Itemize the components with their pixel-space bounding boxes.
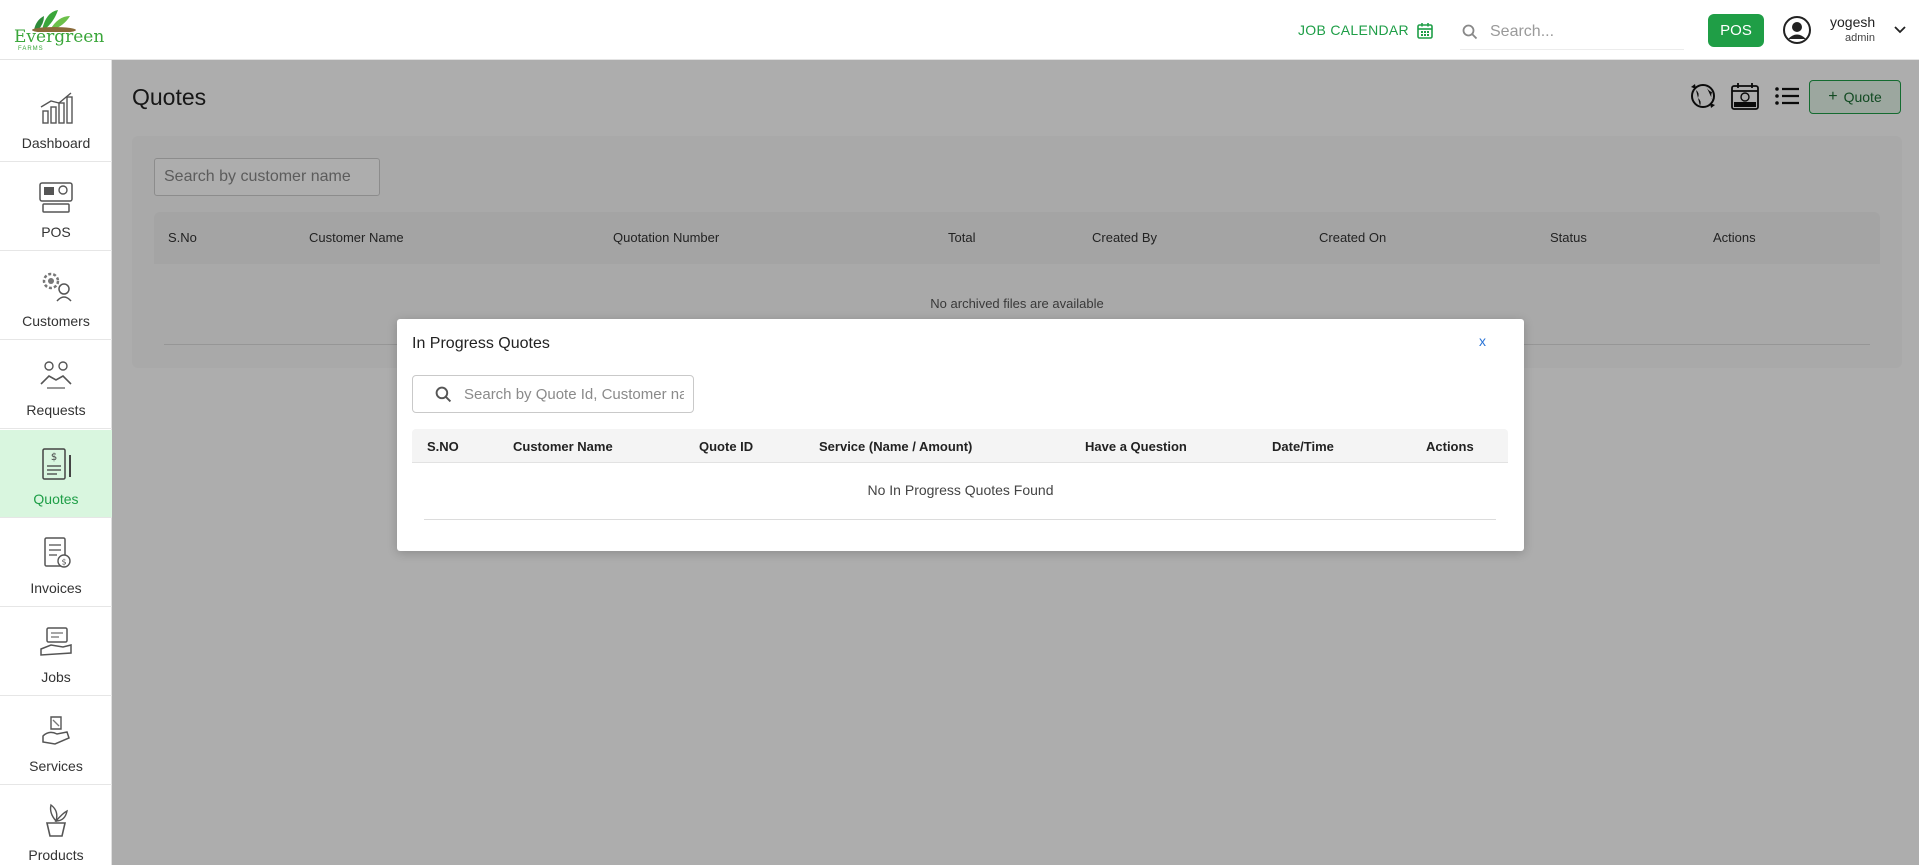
user-role: admin — [1845, 32, 1875, 44]
jobs-hand-icon — [40, 627, 72, 656]
sidebar-item-label: Dashboard — [21, 135, 91, 151]
sidebar-item-services[interactable]: Services — [0, 697, 112, 785]
brand-subtitle: FARMS — [18, 46, 44, 52]
job-calendar-link[interactable]: JOB CALENDAR — [1298, 20, 1433, 40]
global-search — [1460, 14, 1684, 50]
quotes-document-icon: $ — [42, 448, 71, 480]
sidebar-item-label: POS — [41, 224, 71, 240]
sidebar-item-label: Requests — [26, 402, 86, 418]
col-quote-id: Quote ID — [699, 439, 754, 454]
services-hand-icon — [42, 716, 70, 745]
col-date-time: Date/Time — [1272, 439, 1334, 454]
products-plant-icon — [45, 803, 68, 837]
chevron-down-icon[interactable] — [1894, 26, 1906, 34]
requests-handshake-icon — [40, 361, 72, 389]
sidebar-item-jobs[interactable]: Jobs — [0, 608, 112, 696]
sidebar-item-products[interactable]: Products — [0, 786, 112, 865]
modal-title: In Progress Quotes — [412, 335, 550, 352]
global-search-input[interactable] — [1490, 22, 1670, 41]
col-service: Service (Name / Amount) — [819, 439, 973, 454]
in-progress-table-header: S.NO Customer Name Quote ID Service (Nam… — [412, 429, 1508, 463]
sidebar-item-label: Jobs — [41, 669, 71, 685]
col-have-a-question: Have a Question — [1085, 439, 1187, 454]
svg-text:$: $ — [51, 452, 57, 463]
dashboard-chart-icon — [40, 92, 73, 124]
sidebar-item-dashboard[interactable]: Dashboard — [0, 74, 112, 162]
sidebar-item-invoices[interactable]: $ Invoices — [0, 519, 112, 607]
customers-gear-icon — [42, 272, 72, 302]
invoices-document-icon: $ — [44, 537, 71, 568]
modal-search — [412, 375, 694, 413]
calendar-icon — [1417, 22, 1433, 39]
sidebar-item-label: Customers — [22, 313, 90, 329]
sidebar-item-requests[interactable]: Requests — [0, 341, 112, 429]
user-name[interactable]: yogesh — [1830, 14, 1875, 30]
search-icon — [1462, 24, 1478, 39]
in-progress-quotes-modal: In Progress Quotes x S.NO Customer Name … — [397, 319, 1524, 551]
avatar-icon[interactable] — [1783, 16, 1811, 44]
sidebar-item-pos[interactable]: POS — [0, 163, 112, 251]
modal-table-divider — [424, 519, 1496, 520]
sidebar-item-label: Services — [29, 758, 83, 774]
empty-in-progress-message: No In Progress Quotes Found — [867, 482, 1054, 498]
close-button[interactable]: x — [1479, 333, 1486, 349]
sidebar: Dashboard POS Customers Requests $ Quote… — [0, 60, 112, 865]
col-sno: S.NO — [427, 439, 459, 454]
svg-text:$: $ — [61, 558, 66, 567]
pos-button[interactable]: POS — [1708, 14, 1764, 47]
top-header: Evergreen FARMS JOB CALENDAR POS yogesh … — [0, 0, 1919, 60]
sidebar-item-customers[interactable]: Customers — [0, 252, 112, 340]
pos-terminal-icon — [39, 182, 73, 213]
brand-name: Evergreen — [14, 27, 105, 47]
sidebar-item-label: Products — [28, 847, 84, 863]
sidebar-item-quotes[interactable]: $ Quotes — [0, 430, 112, 518]
sidebar-item-label: Invoices — [30, 580, 82, 596]
col-customer-name: Customer Name — [513, 439, 613, 454]
quote-search-input[interactable] — [464, 385, 684, 403]
col-actions: Actions — [1426, 439, 1474, 454]
job-calendar-label: JOB CALENDAR — [1298, 22, 1409, 38]
sidebar-item-label: Quotes — [33, 491, 79, 507]
search-icon — [435, 386, 452, 402]
evergreen-logo[interactable]: Evergreen FARMS — [14, 8, 105, 52]
